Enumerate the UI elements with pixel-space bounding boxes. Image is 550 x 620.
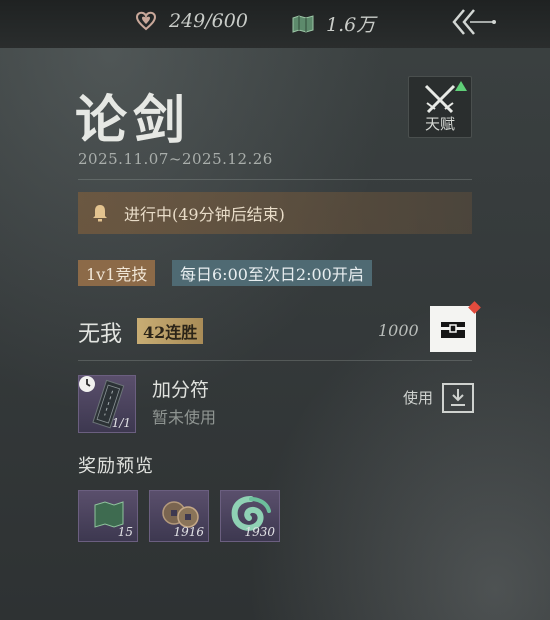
- chest-reward-button[interactable]: [430, 301, 481, 352]
- divider: [78, 360, 472, 361]
- reward-count: 1930: [244, 525, 275, 539]
- bell-icon: [93, 205, 107, 222]
- talent-button[interactable]: 天赋: [408, 76, 472, 138]
- reward-count: 1916: [173, 525, 204, 539]
- item-status: 暂未使用: [152, 408, 217, 427]
- player-name: 无我: [78, 322, 123, 347]
- divider: [78, 179, 472, 180]
- upgrade-arrow-icon: [455, 81, 467, 91]
- use-label: 使用: [403, 389, 434, 407]
- clock-icon: [79, 376, 95, 392]
- scroll-map-icon: [292, 13, 314, 35]
- win-streak-badge: 42连胜: [137, 318, 204, 344]
- player-score: 1000: [378, 321, 419, 340]
- heart-icon: [135, 10, 157, 32]
- reward-count: 15: [117, 525, 133, 539]
- reward-scroll[interactable]: 15: [78, 490, 138, 542]
- reward-jade[interactable]: 1930: [220, 490, 280, 542]
- back-arrow-icon: [452, 9, 496, 35]
- crossed-swords-icon: [424, 84, 456, 114]
- event-status-banner: 进行中(49分钟后结束): [78, 192, 472, 234]
- reward-coins[interactable]: 1916: [149, 490, 209, 542]
- schedule-tag: 每日6:00至次日2:00开启: [172, 260, 372, 286]
- rewards-section-title: 奖励预览: [78, 456, 154, 477]
- item-name: 加分符: [152, 379, 210, 401]
- heart-value: 249/600: [169, 10, 248, 32]
- scroll-value: 1.6万: [326, 14, 376, 36]
- chest-icon: [441, 322, 465, 338]
- talent-label: 天赋: [424, 115, 455, 133]
- event-date-range: 2025.11.07~2025.12.26: [78, 150, 273, 168]
- back-button[interactable]: [450, 6, 498, 38]
- use-button[interactable]: [442, 383, 474, 413]
- item-count: 1/1: [111, 416, 131, 430]
- status-text: 进行中(49分钟后结束): [124, 205, 285, 224]
- page-title: 论剑: [75, 90, 192, 151]
- mode-tag: 1v1竞技: [78, 260, 156, 286]
- heart-resource: 249/600: [135, 10, 248, 32]
- download-icon: [451, 389, 465, 406]
- top-bar: 249/600 1.6万: [0, 0, 550, 48]
- scroll-resource: 1.6万: [292, 10, 375, 37]
